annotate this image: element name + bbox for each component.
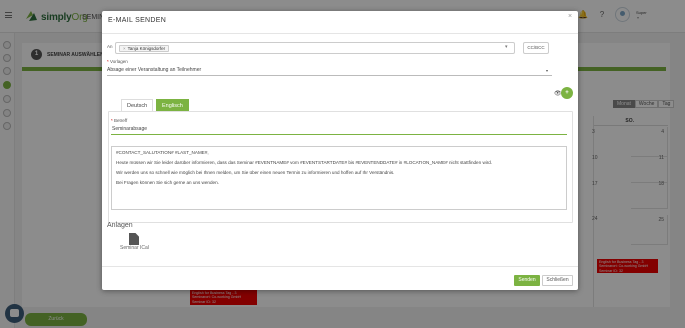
tab-deutsch[interactable]: Deutsch [121,99,154,111]
modal-title: E-MAIL SENDEN [108,17,167,24]
recipient-chip[interactable]: × Tanja Königsdorfer [119,45,170,52]
editor-line: Heute müssen wir Sie leider darüber info… [116,160,493,165]
subject-input[interactable]: Seminarabsage [111,125,567,135]
email-modal: E-MAIL SENDEN × An × Tanja Königsdorfer ▾… [102,11,578,290]
divider [102,33,578,34]
add-button[interactable]: + [561,87,573,99]
editor-line: Bei Fragen können Sie sich gerne an uns … [116,180,219,185]
close-icon[interactable]: × [568,13,572,20]
editor-line: Wir werden uns so schnell wie möglich be… [116,170,395,175]
chevron-down-icon[interactable]: ▾ [546,68,548,73]
close-button[interactable]: Schließen [542,275,573,286]
chevron-down-icon[interactable]: ▾ [505,44,508,50]
attachments-title: Anlagen [107,222,133,229]
attachment-name[interactable]: Seminar ICal [120,245,149,251]
divider [102,266,578,267]
remove-icon: × [123,46,126,51]
vorlagen-label: * Vorlagen [107,59,128,64]
template-select[interactable]: Absage einer Veranstaltung an Teilnehmer [107,66,552,76]
cc-bcc-button[interactable]: CC/BCC [523,42,549,54]
recipient-input[interactable]: × Tanja Königsdorfer [115,42,515,54]
file-icon[interactable] [129,233,139,245]
tab-englisch[interactable]: Englisch [156,99,189,111]
betreff-label: * Betreff [111,118,128,123]
to-label: An [107,44,113,49]
send-button[interactable]: Senden [514,275,540,286]
editor-line: #CONTACT_SALUTATION# #LAST_NAME#, [116,150,209,155]
message-editor[interactable]: #CONTACT_SALUTATION# #LAST_NAME#, Heute … [111,146,567,210]
